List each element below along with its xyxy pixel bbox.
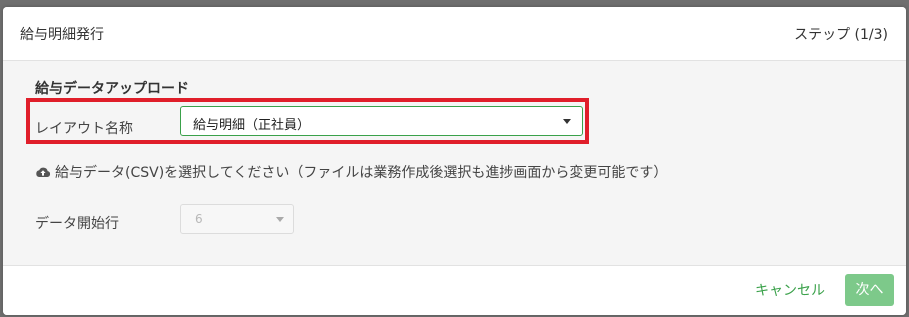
dialog-footer: キャンセル 次へ	[3, 266, 906, 315]
next-button[interactable]: 次へ	[845, 274, 894, 306]
layout-name-label: レイアウト名称	[35, 121, 133, 137]
layout-name-select[interactable]: 給与明細（正社員）	[180, 106, 583, 136]
layout-name-value: 給与明細（正社員）	[193, 118, 311, 133]
step-indicator: ステップ (1/3)	[794, 27, 888, 43]
dialog-header: 給与明細発行 ステップ (1/3)	[3, 7, 906, 61]
data-start-row-value: 6	[195, 212, 203, 226]
cloud-upload-icon	[36, 167, 51, 177]
dialog-body: 給与データアップロード レイアウト名称 給与明細（正社員） 給与データ(CSV)…	[3, 61, 906, 266]
csv-upload-prompt[interactable]: 給与データ(CSV)を選択してください（ファイルは業務作成後選択も進捗画面から変…	[35, 162, 667, 182]
chevron-down-icon	[276, 217, 284, 222]
data-start-row-label: データ開始行	[35, 216, 119, 232]
section-title: 給与データアップロード	[35, 81, 189, 97]
dialog-title: 給与明細発行	[20, 27, 104, 43]
chevron-down-icon	[563, 119, 571, 124]
csv-upload-text: 給与データ(CSV)を選択してください（ファイルは業務作成後選択も進捗画面から変…	[55, 165, 668, 181]
cancel-button[interactable]: キャンセル	[747, 276, 833, 306]
payslip-dialog: 給与明細発行 ステップ (1/3) 給与データアップロード レイアウト名称 給与…	[3, 7, 906, 315]
data-start-row-select[interactable]: 6	[180, 204, 294, 234]
